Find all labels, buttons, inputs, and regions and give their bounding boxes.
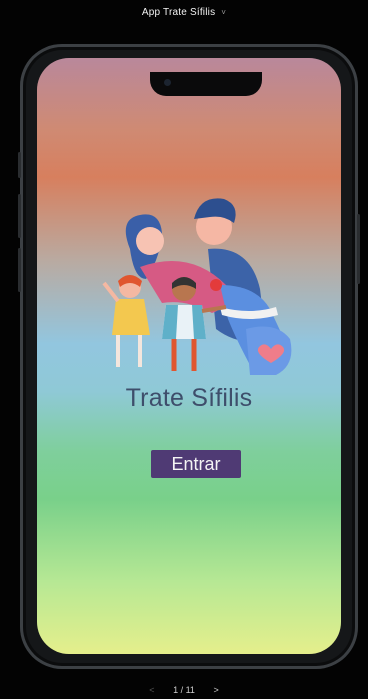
window-title: App Trate Sífilis ˅ bbox=[0, 7, 368, 18]
phone-frame: Trate Sífilis Entrar bbox=[18, 44, 360, 669]
window-title-text: App Trate Sífilis bbox=[141, 7, 216, 18]
power-button bbox=[357, 214, 360, 284]
volume-down-button bbox=[18, 248, 21, 292]
app-screen: Trate Sífilis Entrar bbox=[37, 58, 341, 654]
family-illustration bbox=[102, 198, 292, 375]
slide-pager: < 1 / 11 > bbox=[0, 685, 368, 695]
enter-button[interactable]: Entrar bbox=[151, 450, 241, 478]
prev-slide-button[interactable]: < bbox=[149, 685, 154, 695]
slide-counter: 1 / 11 bbox=[173, 685, 195, 695]
camera-icon bbox=[164, 79, 171, 86]
app-title: Trate Sífilis bbox=[125, 384, 253, 412]
side-button bbox=[18, 152, 21, 178]
next-slide-button[interactable]: > bbox=[213, 685, 218, 695]
volume-up-button bbox=[18, 194, 21, 238]
chevron-down-icon[interactable]: ˅ bbox=[221, 8, 226, 17]
phone-notch bbox=[150, 72, 262, 96]
